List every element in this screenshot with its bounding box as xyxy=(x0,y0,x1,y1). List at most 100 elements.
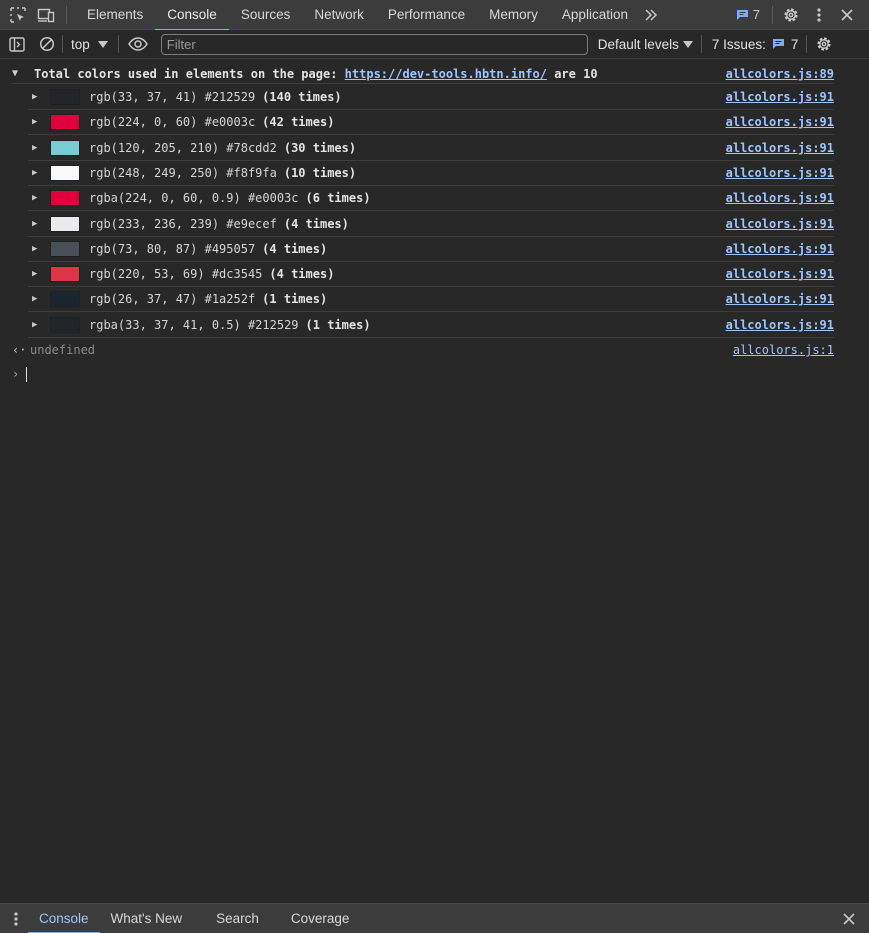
tab-console[interactable]: Console xyxy=(155,0,229,31)
devtools-tabbar: Elements Console Sources Network Perform… xyxy=(0,0,869,31)
color-swatch xyxy=(50,139,80,156)
color-value: rgb(224, 0, 60) #e0003c xyxy=(89,115,256,130)
drawer-tabbar: Console What's New Search Coverage xyxy=(0,903,869,933)
source-link[interactable]: allcolors.js:1 xyxy=(733,343,834,357)
group-message-prefix: Total colors used in elements on the pag… xyxy=(34,66,345,81)
drawer-tab-coverage[interactable]: Coverage xyxy=(280,904,361,933)
color-count: (30 times) xyxy=(283,140,357,155)
color-log-row[interactable]: ▶ rgba(33, 37, 41, 0.5) #212529 (1 times) a… xyxy=(28,313,834,338)
color-log-row[interactable]: ▶ rgb(26, 37, 47) #1a252f (1 times) allcolo… xyxy=(28,287,834,313)
drawer-tab-console[interactable]: Console xyxy=(28,904,100,933)
issues-button[interactable]: 7 Issues: 7 xyxy=(702,30,807,59)
color-swatch xyxy=(50,114,80,131)
issues-count: 7 xyxy=(790,36,799,52)
source-link[interactable]: allcolors.js:91 xyxy=(726,267,834,281)
expand-triangle-right-icon[interactable]: ▶ xyxy=(28,219,50,229)
expand-triangle-down-icon[interactable]: ▼ xyxy=(12,68,34,79)
color-value: rgb(233, 236, 239) #e9ecef xyxy=(89,216,277,231)
console-toolbar: top Default levels 7 Issues: 7 xyxy=(0,30,869,59)
source-link[interactable]: allcolors.js:89 xyxy=(726,67,834,81)
color-swatch xyxy=(50,89,80,105)
group-message-suffix: are 10 xyxy=(546,66,598,81)
color-log-row[interactable]: ▶ rgb(233, 236, 239) #e9ecef (4 times) allc… xyxy=(28,212,834,237)
clear-console-icon[interactable] xyxy=(32,30,62,59)
color-value: rgb(33, 37, 41) #212529 xyxy=(89,90,256,104)
source-link[interactable]: allcolors.js:91 xyxy=(726,217,834,231)
issues-message-icon xyxy=(772,39,784,49)
color-value: rgb(26, 37, 47) #1a252f xyxy=(89,292,256,307)
color-log-row[interactable]: ▶ rgb(73, 80, 87) #495057 (4 times) allcolo… xyxy=(28,237,834,262)
expand-triangle-right-icon[interactable]: ▶ xyxy=(28,143,50,153)
color-count: (4 times) xyxy=(269,267,335,282)
console-group-header[interactable]: ▼ Total colors used in elements on the p… xyxy=(12,64,834,84)
dropdown-arrow-icon xyxy=(682,40,693,48)
toolbar-divider xyxy=(66,5,67,24)
expand-triangle-right-icon[interactable]: ▶ xyxy=(28,193,50,203)
color-value: rgb(220, 53, 69) #dc3545 xyxy=(89,267,263,282)
source-link[interactable]: allcolors.js:91 xyxy=(726,191,834,205)
color-swatch xyxy=(50,190,80,207)
color-log-row[interactable]: ▶ rgb(224, 0, 60) #e0003c (42 times) allcol… xyxy=(28,110,834,136)
tab-sources[interactable]: Sources xyxy=(229,0,303,30)
expand-triangle-right-icon[interactable]: ▶ xyxy=(28,320,50,330)
console-result: ‹· undefined allcolors.js:1 xyxy=(12,341,834,359)
drawer-tab-search[interactable]: Search xyxy=(205,904,270,933)
log-levels-label: Default levels xyxy=(597,36,679,52)
color-log-row[interactable]: ▶ rgba(224, 0, 60, 0.9) #e0003c (6 times) a… xyxy=(28,186,834,212)
close-icon[interactable] xyxy=(833,0,861,30)
settings-gear-icon[interactable] xyxy=(777,0,805,30)
device-toolbar-icon[interactable] xyxy=(32,0,60,30)
color-log-row[interactable]: ▶ rgb(220, 53, 69) #dc3545 (4 times) allcol… xyxy=(28,262,834,288)
inspect-element-icon[interactable] xyxy=(4,0,32,30)
group-message-link[interactable]: https://dev-tools.hbtn.info/ xyxy=(345,67,547,81)
tab-performance[interactable]: Performance xyxy=(376,0,477,30)
return-arrow-icon: ‹· xyxy=(12,343,27,357)
issues-badge[interactable]: 7 xyxy=(728,0,768,30)
color-value: rgba(33, 37, 41, 0.5) #212529 xyxy=(89,317,299,332)
source-link[interactable]: allcolors.js:91 xyxy=(726,292,834,306)
expand-triangle-right-icon[interactable]: ▶ xyxy=(28,244,50,254)
drawer-tab-whats-new[interactable]: What's New xyxy=(100,904,194,933)
color-log-row[interactable]: ▶ rgb(120, 205, 210) #78cdd2 (30 times) all… xyxy=(28,136,834,161)
color-count: (4 times) xyxy=(283,216,349,231)
log-levels-dropdown[interactable]: Default levels xyxy=(598,30,701,59)
toolbar-divider xyxy=(806,35,808,53)
color-count: (10 times) xyxy=(283,165,357,180)
tab-elements[interactable]: Elements xyxy=(75,0,155,30)
color-count: (1 times) xyxy=(262,292,328,307)
show-sidebar-icon[interactable] xyxy=(2,30,32,59)
expand-triangle-right-icon[interactable]: ▶ xyxy=(28,168,50,178)
context-selector[interactable]: top xyxy=(63,30,118,59)
console-prompt[interactable]: › xyxy=(12,365,27,383)
color-log-row[interactable]: ▶ rgb(248, 249, 250) #f8f9fa (10 times) all… xyxy=(28,161,834,186)
tab-network[interactable]: Network xyxy=(302,0,376,30)
expand-triangle-right-icon[interactable]: ▶ xyxy=(28,269,50,279)
source-link[interactable]: allcolors.js:91 xyxy=(726,242,834,256)
color-swatch xyxy=(50,164,80,181)
live-expression-eye-icon[interactable] xyxy=(123,30,153,59)
filter-input[interactable] xyxy=(160,33,588,55)
color-value: rgb(120, 205, 210) #78cdd2 xyxy=(89,140,277,155)
drawer-menu-icon[interactable] xyxy=(4,904,28,933)
source-link[interactable]: allcolors.js:91 xyxy=(726,90,834,104)
issues-label: 7 Issues: xyxy=(711,36,766,52)
expand-triangle-right-icon[interactable]: ▶ xyxy=(28,294,50,304)
issues-message-icon xyxy=(736,9,748,20)
source-link[interactable]: allcolors.js:91 xyxy=(726,318,834,332)
toolbar-divider xyxy=(772,5,773,24)
color-log-row[interactable]: ▶ rgb(33, 37, 41) #212529 (140 times) allco… xyxy=(28,85,834,110)
color-count: (4 times) xyxy=(262,241,328,256)
color-swatch xyxy=(50,291,80,308)
color-value: rgba(224, 0, 60, 0.9) #e0003c xyxy=(89,191,299,206)
source-link[interactable]: allcolors.js:91 xyxy=(726,115,834,129)
close-drawer-icon[interactable] xyxy=(835,904,863,933)
console-settings-gear-icon[interactable] xyxy=(809,30,839,59)
tab-memory[interactable]: Memory xyxy=(477,0,550,30)
expand-triangle-right-icon[interactable]: ▶ xyxy=(28,92,50,102)
expand-triangle-right-icon[interactable]: ▶ xyxy=(28,117,50,127)
source-link[interactable]: allcolors.js:91 xyxy=(726,166,834,180)
source-link[interactable]: allcolors.js:91 xyxy=(726,141,834,155)
more-vertical-icon[interactable] xyxy=(805,0,833,30)
tab-application[interactable]: Application xyxy=(550,0,640,30)
more-tabs-icon[interactable] xyxy=(640,0,662,30)
